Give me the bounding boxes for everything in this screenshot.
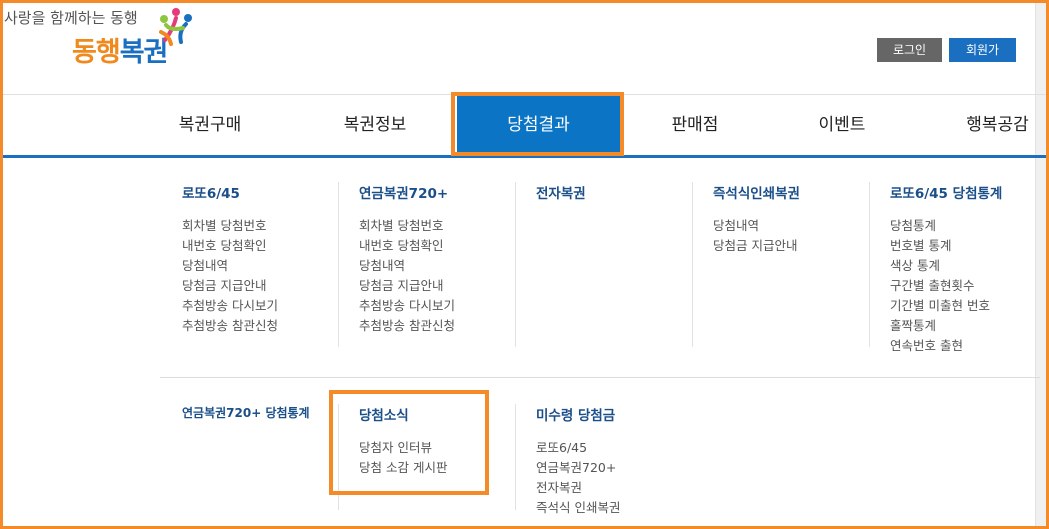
menu-col-lotto-stats: 로또6/45 당첨통계 당첨통계 번호별 통계 색상 통계 구간별 출현횟수 기…: [890, 182, 1002, 356]
menu-col-pension-stats: 연금복권720+ 당첨통계: [182, 404, 310, 435]
menu-link[interactable]: 당첨내역: [182, 256, 278, 276]
nav-item-stores[interactable]: 판매점: [625, 95, 765, 155]
nav-item-community[interactable]: 행복공감: [930, 95, 1049, 155]
menu-link[interactable]: 내번호 당첨확인: [359, 236, 455, 256]
col-title[interactable]: 연금복권720+ 당첨통계: [182, 404, 310, 421]
col-title[interactable]: 연금복권720+: [359, 182, 455, 202]
menu-link[interactable]: 당첨내역: [713, 216, 800, 236]
column-divider: [515, 404, 516, 510]
menu-col-electronic: 전자복권: [536, 182, 586, 216]
menu-link[interactable]: 기간별 미출현 번호: [890, 296, 1002, 316]
menu-link[interactable]: 로또6/45: [536, 438, 620, 458]
menu-col-instant: 즉석식인쇄복권 당첨내역 당첨금 지급안내: [713, 182, 800, 256]
menu-link[interactable]: 전자복권: [536, 478, 620, 498]
logo[interactable]: 동행복권: [72, 30, 168, 69]
column-divider: [338, 182, 339, 347]
active-tab-highlight: [451, 92, 624, 156]
menu-link[interactable]: 색상 통계: [890, 256, 1002, 276]
col-title[interactable]: 전자복권: [536, 182, 586, 202]
menu-link[interactable]: 회차별 당첨번호: [359, 216, 455, 236]
menu-link[interactable]: 추첨방송 참관신청: [182, 316, 278, 336]
menu-link[interactable]: 추첨방송 참관신청: [359, 316, 455, 336]
menu-link[interactable]: 내번호 당첨확인: [182, 236, 278, 256]
menu-link[interactable]: 회차별 당첨번호: [182, 216, 278, 236]
row-divider: [160, 377, 1040, 378]
menu-link[interactable]: 홀짝통계: [890, 316, 1002, 336]
menu-link[interactable]: 연금복권720+: [536, 458, 620, 478]
nav-item-events[interactable]: 이벤트: [772, 95, 912, 155]
col-title[interactable]: 로또6/45: [182, 182, 278, 202]
column-divider: [869, 182, 870, 347]
logo-orange-text: 동행: [72, 37, 121, 68]
menu-link[interactable]: 번호별 통계: [890, 236, 1002, 256]
menu-col-lotto: 로또6/45 회차별 당첨번호 내번호 당첨확인 당첨내역 당첨금 지급안내 추…: [182, 182, 278, 336]
tagline: 사랑을 함께하는 동행: [4, 9, 138, 27]
nav-item-purchase[interactable]: 복권구매: [140, 95, 280, 155]
column-divider: [692, 182, 693, 347]
menu-link[interactable]: 당첨금 지급안내: [182, 276, 278, 296]
column-divider: [515, 182, 516, 347]
menu-link[interactable]: 당첨내역: [359, 256, 455, 276]
menu-link[interactable]: 구간별 출현횟수: [890, 276, 1002, 296]
nav-item-info[interactable]: 복권정보: [305, 95, 445, 155]
scrollbar[interactable]: [1035, 3, 1046, 526]
col-title[interactable]: 미수령 당첨금: [536, 404, 620, 424]
menu-col-pension: 연금복권720+ 회차별 당첨번호 내번호 당첨확인 당첨내역 당첨금 지급안내…: [359, 182, 455, 336]
menu-link[interactable]: 즉석식 인쇄복권: [536, 498, 620, 518]
login-button[interactable]: 로그인: [877, 38, 942, 62]
news-section-highlight: [329, 390, 489, 495]
menu-link[interactable]: 당첨금 지급안내: [359, 276, 455, 296]
menu-link[interactable]: 당첨금 지급안내: [713, 236, 800, 256]
menu-link[interactable]: 연속번호 출현: [890, 336, 1002, 356]
col-title[interactable]: 즉석식인쇄복권: [713, 182, 800, 202]
col-title[interactable]: 로또6/45 당첨통계: [890, 182, 1002, 202]
menu-link[interactable]: 당첨통계: [890, 216, 1002, 236]
join-button[interactable]: 회원가입: [949, 38, 1016, 81]
menu-col-unclaimed: 미수령 당첨금 로또6/45 연금복권720+ 전자복권 즉석식 인쇄복권: [536, 404, 620, 518]
logo-people-icon: [159, 8, 192, 46]
menu-link[interactable]: 추첨방송 다시보기: [182, 296, 278, 316]
menu-link[interactable]: 추첨방송 다시보기: [359, 296, 455, 316]
